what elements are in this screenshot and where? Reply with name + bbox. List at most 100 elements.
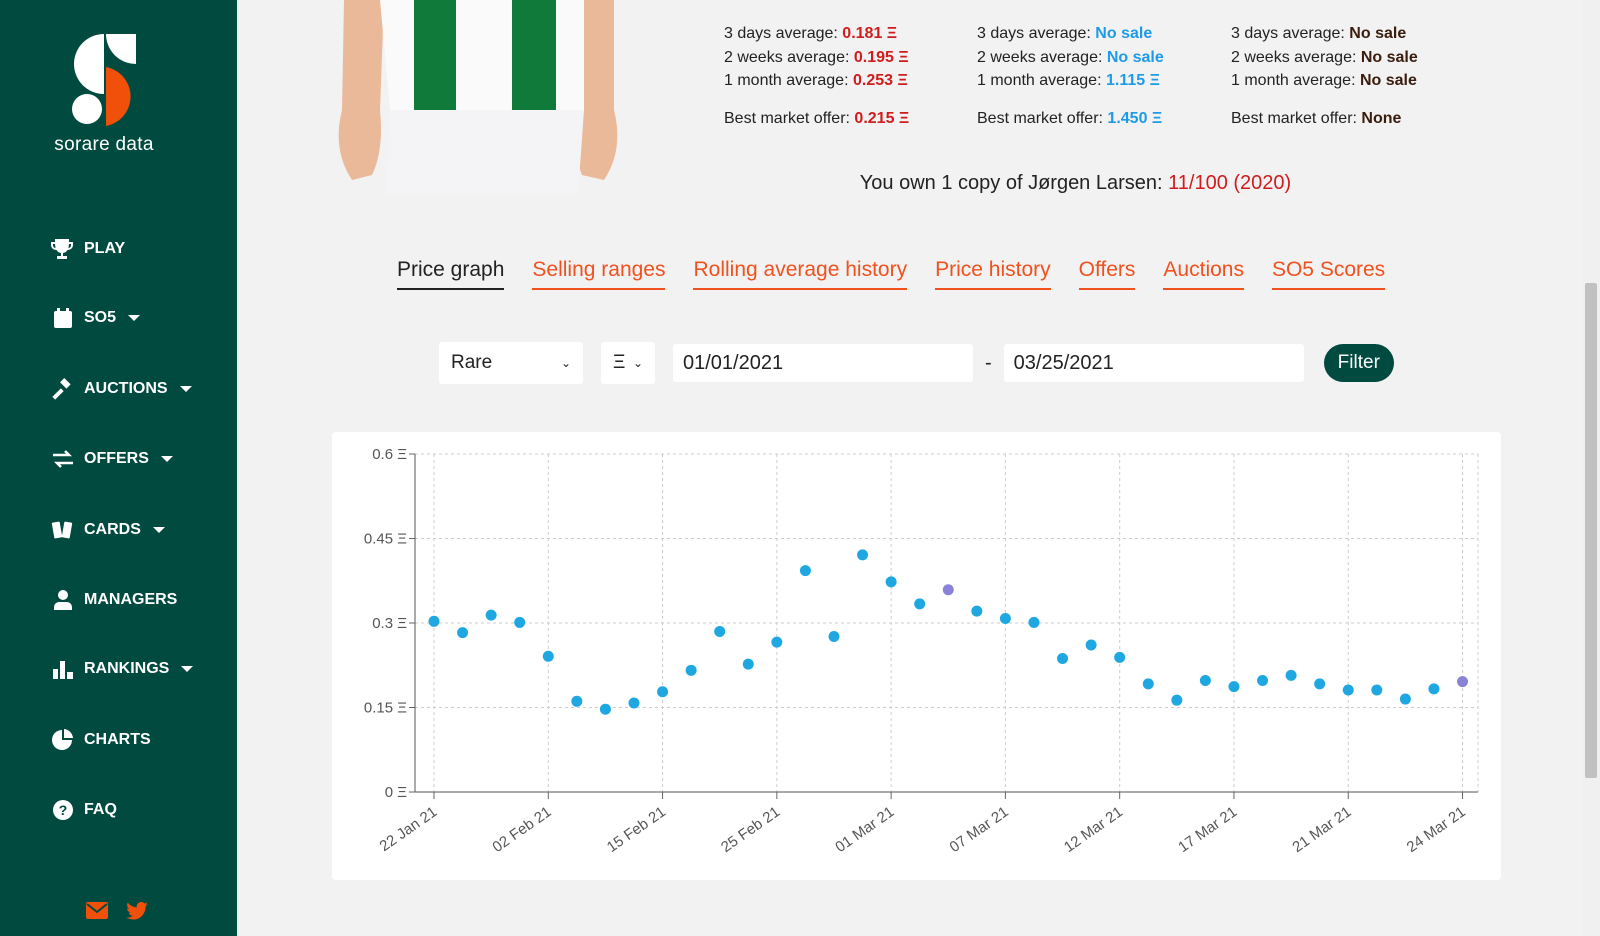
stat-value: No sale xyxy=(1106,48,1164,66)
data-point[interactable] xyxy=(1457,676,1469,688)
data-point[interactable] xyxy=(1085,639,1097,651)
data-point[interactable] xyxy=(771,636,783,648)
stat-label: 2 weeks average: xyxy=(724,48,854,66)
x-tick-label: 25 Feb 21 xyxy=(718,803,783,856)
data-point[interactable] xyxy=(1399,693,1411,705)
nav-item-faq[interactable]: ? FAQ xyxy=(50,795,117,825)
envelope-icon[interactable] xyxy=(86,902,108,919)
nav-item-offers[interactable]: OFFERS xyxy=(50,444,173,474)
stat-value: None xyxy=(1361,109,1402,127)
twitter-icon[interactable] xyxy=(126,902,148,920)
two-weeks-average: 2 weeks average: 0.195 Ξ xyxy=(724,46,909,70)
owned-card-serial[interactable]: 11/100 (2020) xyxy=(1168,172,1291,194)
x-tick-label: 22 Jan 21 xyxy=(377,803,441,855)
caret-down-icon xyxy=(152,527,165,533)
data-point[interactable] xyxy=(628,697,640,709)
currency-select[interactable]: Ξ ⌄ xyxy=(601,342,655,384)
stat-value: 0.195 Ξ xyxy=(853,48,909,66)
data-point[interactable] xyxy=(914,598,926,610)
data-point[interactable] xyxy=(1171,694,1183,706)
data-point[interactable] xyxy=(799,565,811,577)
tab-so5-scores[interactable]: SO5 Scores xyxy=(1271,258,1386,290)
price-scatter-chart: 0 Ξ 0.15 Ξ 0.3 Ξ 0.45 Ξ 0.6 Ξ 22 Jan 21 02 Feb… xyxy=(364,446,1479,856)
data-point[interactable] xyxy=(514,616,526,628)
data-point[interactable] xyxy=(942,584,954,596)
data-point[interactable] xyxy=(1199,674,1211,686)
filter-button[interactable]: Filter xyxy=(1323,344,1394,382)
stat-label: 1 month average: xyxy=(724,72,853,89)
tab-auctions[interactable]: Auctions xyxy=(1163,258,1244,290)
data-point[interactable] xyxy=(857,549,869,561)
filter-bar: Rare ⌄ Ξ ⌄ 01/01/2021 - 03/25/2021 Filter xyxy=(439,342,1394,384)
brand-name: sorare data xyxy=(54,134,154,155)
nav-label: AUCTIONS xyxy=(84,380,168,397)
data-point[interactable] xyxy=(742,658,754,670)
data-point[interactable] xyxy=(1228,681,1240,693)
two-weeks-average: 2 weeks average: No sale xyxy=(977,46,1164,70)
start-date-input[interactable]: 01/01/2021 xyxy=(673,344,973,382)
tab-bar: Price graph Selling ranges Rolling average… xyxy=(397,258,1386,290)
data-point[interactable] xyxy=(999,612,1011,624)
data-point[interactable] xyxy=(714,625,726,637)
data-point[interactable] xyxy=(1371,684,1383,696)
y-tick-label: 0.3 Ξ xyxy=(372,615,407,632)
data-point[interactable] xyxy=(599,703,611,715)
rarity-value: Rare xyxy=(451,352,493,373)
data-point[interactable] xyxy=(1028,616,1040,628)
nav-item-charts[interactable]: CHARTS xyxy=(50,725,151,755)
svg-text:?: ? xyxy=(59,802,68,818)
tab-price-history[interactable]: Price history xyxy=(935,258,1051,290)
stat-value: 1.450 Ξ xyxy=(1107,109,1163,127)
nav-item-managers[interactable]: MANAGERS xyxy=(50,585,177,615)
data-point[interactable] xyxy=(542,650,554,662)
x-tick-label: 21 Mar 21 xyxy=(1289,803,1354,856)
tab-offers[interactable]: Offers xyxy=(1078,258,1136,290)
scrollbar-thumb[interactable] xyxy=(1585,283,1597,778)
main-content: 3 days average: 0.181 Ξ 2 weeks average:… xyxy=(237,0,1582,936)
social-links xyxy=(86,902,148,920)
y-tick-label: 0 Ξ xyxy=(385,784,408,801)
chevron-down-icon: ⌄ xyxy=(632,356,643,370)
nav-item-play[interactable]: PLAY xyxy=(50,234,125,264)
data-point[interactable] xyxy=(485,609,497,621)
data-point[interactable] xyxy=(657,686,669,698)
nav-item-so5[interactable]: SO5 xyxy=(50,303,141,333)
nav-item-cards[interactable]: CARDS xyxy=(50,515,165,545)
data-point[interactable] xyxy=(571,695,583,707)
trophy-icon xyxy=(51,239,73,259)
nav-label: SO5 xyxy=(84,309,117,326)
scrollbar[interactable] xyxy=(1582,0,1600,936)
data-point[interactable] xyxy=(428,615,440,627)
stat-label: 1 month average: xyxy=(1231,72,1360,89)
rarity-select[interactable]: Rare ⌄ xyxy=(439,342,583,384)
nav-item-rankings[interactable]: RANKINGS xyxy=(50,654,194,684)
nav-item-auctions[interactable]: AUCTIONS xyxy=(50,374,192,404)
data-point[interactable] xyxy=(1057,652,1069,664)
data-point[interactable] xyxy=(971,605,983,617)
tab-rolling-average-history[interactable]: Rolling average history xyxy=(693,258,908,290)
sorare-logo[interactable] xyxy=(70,34,138,126)
data-point[interactable] xyxy=(685,664,697,676)
ownership-prefix: You own 1 copy of xyxy=(859,172,1029,194)
data-point[interactable] xyxy=(1114,651,1126,663)
data-point[interactable] xyxy=(1285,669,1297,681)
calendar-icon xyxy=(54,308,72,328)
stat-value: No sale xyxy=(1359,72,1417,89)
data-point[interactable] xyxy=(885,576,897,588)
data-point[interactable] xyxy=(1428,683,1440,695)
market-stats-column: 3 days average: No sale 2 weeks average:… xyxy=(977,22,1164,130)
data-point[interactable] xyxy=(1142,678,1154,690)
data-point[interactable] xyxy=(1314,678,1326,690)
data-point[interactable] xyxy=(457,627,469,639)
price-graph-card: 0 Ξ 0.15 Ξ 0.3 Ξ 0.45 Ξ 0.6 Ξ 22 Jan 21 02 Feb… xyxy=(332,432,1501,880)
data-point[interactable] xyxy=(1342,684,1354,696)
tab-selling-ranges[interactable]: Selling ranges xyxy=(532,258,666,290)
data-point[interactable] xyxy=(828,631,840,643)
nav-label: MANAGERS xyxy=(84,591,178,608)
player-name: Jørgen Larsen xyxy=(1028,172,1158,194)
stat-value: No sale xyxy=(1360,48,1418,66)
tab-price-graph[interactable]: Price graph xyxy=(397,258,505,290)
player-photo xyxy=(332,0,624,195)
data-point[interactable] xyxy=(1257,674,1269,686)
end-date-input[interactable]: 03/25/2021 xyxy=(1003,344,1304,382)
